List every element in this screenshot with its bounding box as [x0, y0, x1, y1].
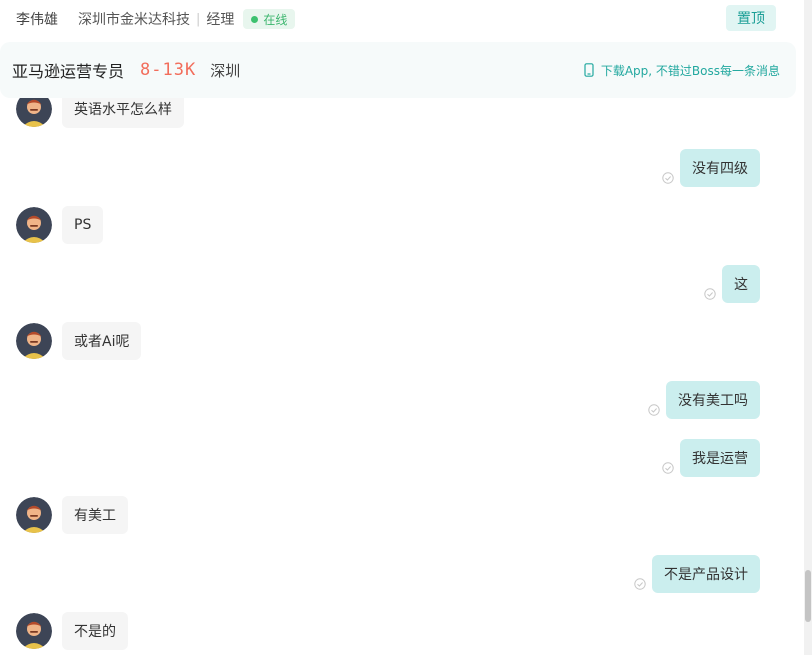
header-separator: |	[196, 11, 201, 27]
message-item: 没有美工吗	[648, 381, 760, 419]
message-item: 没有四级	[662, 149, 760, 187]
recruiter-avatar[interactable]	[16, 323, 52, 359]
scrollbar-track[interactable]	[804, 0, 812, 655]
message-item: PS	[16, 206, 104, 244]
message-bubble[interactable]: 不是产品设计	[652, 555, 760, 593]
message-bubble[interactable]: PS	[62, 206, 104, 244]
online-dot-icon	[251, 15, 259, 23]
message-bubble[interactable]: 我是运营	[680, 439, 760, 477]
scrollbar-thumb[interactable]	[805, 570, 811, 622]
message-bubble[interactable]: 不是的	[62, 612, 128, 650]
job-info-bar[interactable]: 亚马逊运营专员 8-13K 深圳 下载App, 不错过Boss每一条消息	[0, 42, 796, 98]
pin-button[interactable]: 置顶	[726, 5, 776, 31]
online-status-badge: 在线	[243, 9, 296, 29]
recruiter-name[interactable]: 李伟雄	[16, 9, 58, 29]
message-item: 不是的	[16, 612, 128, 650]
read-check-icon	[662, 172, 674, 184]
message-list[interactable]: 英语水平怎么样 没有四级 PS 这 或者Ai呢 没有美工吗 我是运营 有美工 不…	[0, 98, 800, 655]
message-bubble[interactable]: 这	[722, 265, 760, 303]
job-title[interactable]: 亚马逊运营专员	[12, 58, 124, 82]
recruiter-role: 经理	[206, 12, 235, 28]
message-item: 英语水平怎么样	[16, 98, 184, 128]
message-bubble[interactable]: 没有美工吗	[666, 381, 760, 419]
company-name[interactable]: 深圳市金米达科技	[78, 9, 190, 29]
message-bubble[interactable]: 或者Ai呢	[62, 322, 142, 360]
chat-header: 李伟雄 深圳市金米达科技 | 经理 在线 置顶	[0, 0, 804, 38]
message-item: 有美工	[16, 496, 128, 534]
online-status-label: 在线	[263, 12, 288, 27]
job-salary: 8-13K	[140, 60, 197, 80]
message-bubble[interactable]: 英语水平怎么样	[62, 98, 184, 128]
message-bubble[interactable]: 没有四级	[680, 149, 760, 187]
message-bubble[interactable]: 有美工	[62, 496, 128, 534]
job-city: 深圳	[210, 61, 241, 80]
message-item: 我是运营	[662, 439, 760, 477]
message-item: 这	[704, 265, 760, 303]
recruiter-avatar[interactable]	[16, 98, 52, 127]
read-check-icon	[662, 462, 674, 474]
message-item: 不是产品设计	[634, 555, 760, 593]
read-check-icon	[648, 404, 660, 416]
message-item: 或者Ai呢	[16, 322, 142, 360]
recruiter-avatar[interactable]	[16, 497, 52, 533]
read-check-icon	[704, 288, 716, 300]
read-check-icon	[634, 578, 646, 590]
recruiter-avatar[interactable]	[16, 613, 52, 649]
download-app-label: 下载App, 不错过Boss每一条消息	[600, 63, 780, 78]
phone-icon	[584, 63, 594, 77]
download-app-link[interactable]: 下载App, 不错过Boss每一条消息	[582, 42, 780, 98]
recruiter-avatar[interactable]	[16, 207, 52, 243]
